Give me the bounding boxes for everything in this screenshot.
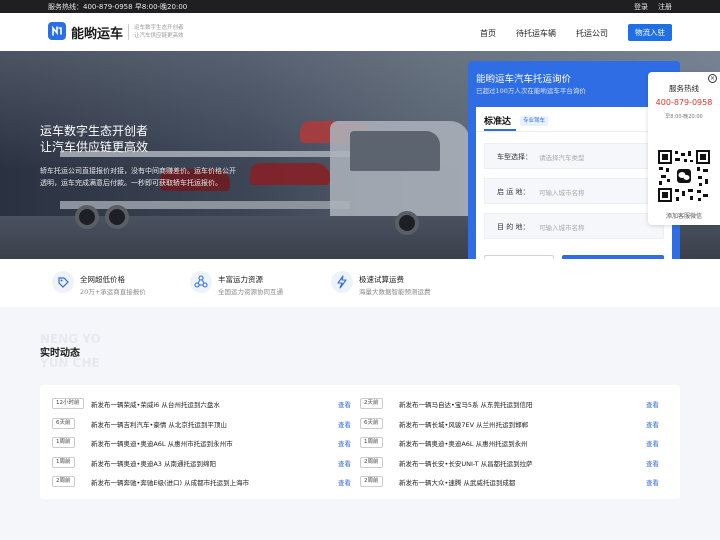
header-slogan-line1: 运车数字生态开创者 [134,25,184,31]
time-badge: 6天前 [360,418,383,429]
car-type-select[interactable]: 车型选择： 请选择汽车类型 [484,143,664,169]
list-item: 6天前 新发布一辆吉利汽车•豪情 从北京托运到平顶山 查看 [52,418,352,430]
news-text: 新发布一辆奥迪•奥迪A6L 从惠州托运到永州 [399,440,528,448]
view-link[interactable]: 查看 [646,477,659,487]
list-item: 12小时前 新发布一辆荣威•荣威i6 从台州托运到六盘水 查看 [52,398,352,410]
time-badge: 2周前 [52,476,75,487]
wheel-shape [395,211,419,235]
view-link[interactable]: 查看 [338,477,351,487]
origin-label: 启 运 地： [497,188,530,196]
hotline-title: 服务热线 [669,84,699,93]
news-text: 新发布一辆奥迪•奥迪A3 从南通托运到绵阳 [91,460,216,468]
tab-divider [476,131,672,132]
hotline-caption: 添加客服微信 [665,213,702,220]
feature-sub-price: 20万+承运商直接报价 [80,288,146,296]
logo-divider [128,24,129,40]
destination-placeholder: 可输入城市名称 [539,224,585,232]
brand-name[interactable]: 能哟运车 [71,23,123,42]
network-icon [190,271,212,293]
tab-badge: 专业驾车 [520,116,549,126]
hotline-phone: 400-879-0958 [655,98,713,107]
feature-title-fast: 极速试算运费 [359,275,404,284]
time-badge: 1周前 [52,457,75,468]
view-link[interactable]: 查看 [338,399,351,409]
feature-title-price: 全网超低价格 [80,275,125,284]
header: 能哟运车 运车数字生态开创者 让汽车供应链更高效 首页 待托运车辆 托运公司 物… [0,13,720,51]
origin-input[interactable]: 启 运 地： 可输入城市名称 [484,178,664,204]
wheel-shape [105,205,129,229]
top-bar: 服务热线：400-879-0958 早8:00-晚20:00 登录 注册 [0,0,720,13]
feature-sub-capacity: 全国运力资源协同互通 [218,288,283,296]
list-item: 2周前 新发布一辆长安•长安UNI-T 从昌都托运到拉萨 查看 [360,457,660,469]
list-item: 1周前 新发布一辆奥迪•奥迪A6L 从惠州托运到永州 查看 [360,437,660,449]
news-text: 新发布一辆长城•风骏7EV 从兰州托运到邯郸 [399,421,529,429]
news-list: 12小时前 新发布一辆荣威•荣威i6 从台州托运到六盘水 查看 6天前 新发布一… [40,385,680,499]
nav-pending-vehicles[interactable]: 待托运车辆 [516,28,556,39]
list-item: 2天前 新发布一辆马自达•宝马5系 从东莞托运到信阳 查看 [360,398,660,410]
list-item: 6天前 新发布一辆长城•风骏7EV 从兰州托运到邯郸 查看 [360,418,660,430]
view-link[interactable]: 查看 [646,458,659,468]
time-badge: 2天前 [360,398,383,409]
quote-title: 能哟运车汽车托运询价 [476,74,572,85]
list-item: 2周前 新发布一辆大众•速腾 从武威托运到成都 查看 [360,476,660,488]
list-item: 2周前 新发布一辆奔驰•奔驰E级(进口) 从成都市托运到上海市 查看 [52,476,352,488]
qr-code-icon [657,149,711,203]
logo-icon[interactable] [48,22,66,40]
car-type-label: 车型选择： [497,153,532,161]
hotline-card: × 服务热线 400-879-0958 早8:00-晚20:00 添加客服微信 [648,72,720,225]
feature-sub-fast: 海量大数据智能预测运费 [359,288,431,296]
hero-description-line1: 轿车托运公司直接报价对接，没有中间商赚差价。运车价格公开 [40,167,236,175]
news-text: 新发布一辆奔驰•奔驰E级(进口) 从成都市托运到上海市 [91,479,250,487]
car-shape [250,163,330,185]
time-badge: 12小时前 [52,398,84,409]
view-link[interactable]: 查看 [646,438,659,448]
origin-placeholder: 可输入城市名称 [539,189,585,197]
time-badge: 2周前 [360,476,383,487]
hotline-hours: 早8:00-晚20:00 [665,114,703,120]
news-text: 新发布一辆马自达•宝马5系 从东莞托运到信阳 [399,401,533,409]
view-link[interactable]: 查看 [338,419,351,429]
hero-description-line2: 透明，运车完成满意后付款。一秒即可获取轿车托运报价。 [40,179,222,187]
news-text: 新发布一辆大众•速腾 从武威托运到成都 [399,479,516,487]
list-item: 1周前 新发布一辆奥迪•奥迪A6L 从惠州市托运到永州市 查看 [52,437,352,449]
close-icon[interactable]: × [708,74,717,83]
active-tab-underline [484,129,516,131]
time-badge: 6天前 [52,418,75,429]
register-link[interactable]: 注册 [658,2,672,12]
feature-title-capacity: 丰富运力资源 [218,275,263,284]
news-text: 新发布一辆荣威•荣威i6 从台州托运到六盘水 [91,401,220,409]
features-strip: 全网超低价格 20万+承运商直接报价 丰富运力资源 全国运力资源协同互通 极速试… [0,259,720,307]
time-badge: 1周前 [360,437,383,448]
news-text: 新发布一辆奥迪•奥迪A6L 从惠州市托运到永州市 [91,440,233,448]
hotline-text: 服务热线：400-879-0958 早8:00-晚20:00 [48,3,188,11]
hero-title-line2: 让汽车供应链更高效 [40,140,149,154]
view-link[interactable]: 查看 [646,399,659,409]
quote-subtitle: 已超过100万人次在能哟运车平台询价 [476,87,586,95]
tag-icon [52,271,74,293]
lightning-icon [331,271,353,293]
destination-label: 目 的 地： [497,223,530,231]
view-link[interactable]: 查看 [338,458,351,468]
tab-standard[interactable]: 标准达 [484,114,511,127]
header-slogan-line2: 让汽车供应链更高效 [134,33,184,39]
join-button[interactable]: 物流入驻 [628,24,672,41]
news-text: 新发布一辆吉利汽车•豪情 从北京托运到平顶山 [91,421,227,429]
hero-title-line1: 运车数字生态开创者 [40,124,149,138]
time-badge: 2周前 [360,457,383,468]
nav-shipping-companies[interactable]: 托运公司 [576,28,608,39]
list-item: 1周前 新发布一辆奥迪•奥迪A3 从南通托运到绵阳 查看 [52,457,352,469]
news-text: 新发布一辆长安•长安UNI-T 从昌都托运到拉萨 [399,460,533,468]
truck-window [350,131,440,171]
destination-input[interactable]: 目 的 地： 可输入城市名称 [484,213,664,239]
view-link[interactable]: 查看 [646,419,659,429]
car-type-placeholder: 请选择汽车类型 [539,154,585,162]
news-section-title: 实时动态 [40,348,80,359]
wheel-shape [75,205,99,229]
time-badge: 1周前 [52,437,75,448]
login-link[interactable]: 登录 [634,2,648,12]
view-link[interactable]: 查看 [338,438,351,448]
nav-home[interactable]: 首页 [480,28,496,39]
trailer-lower-deck [60,201,350,209]
